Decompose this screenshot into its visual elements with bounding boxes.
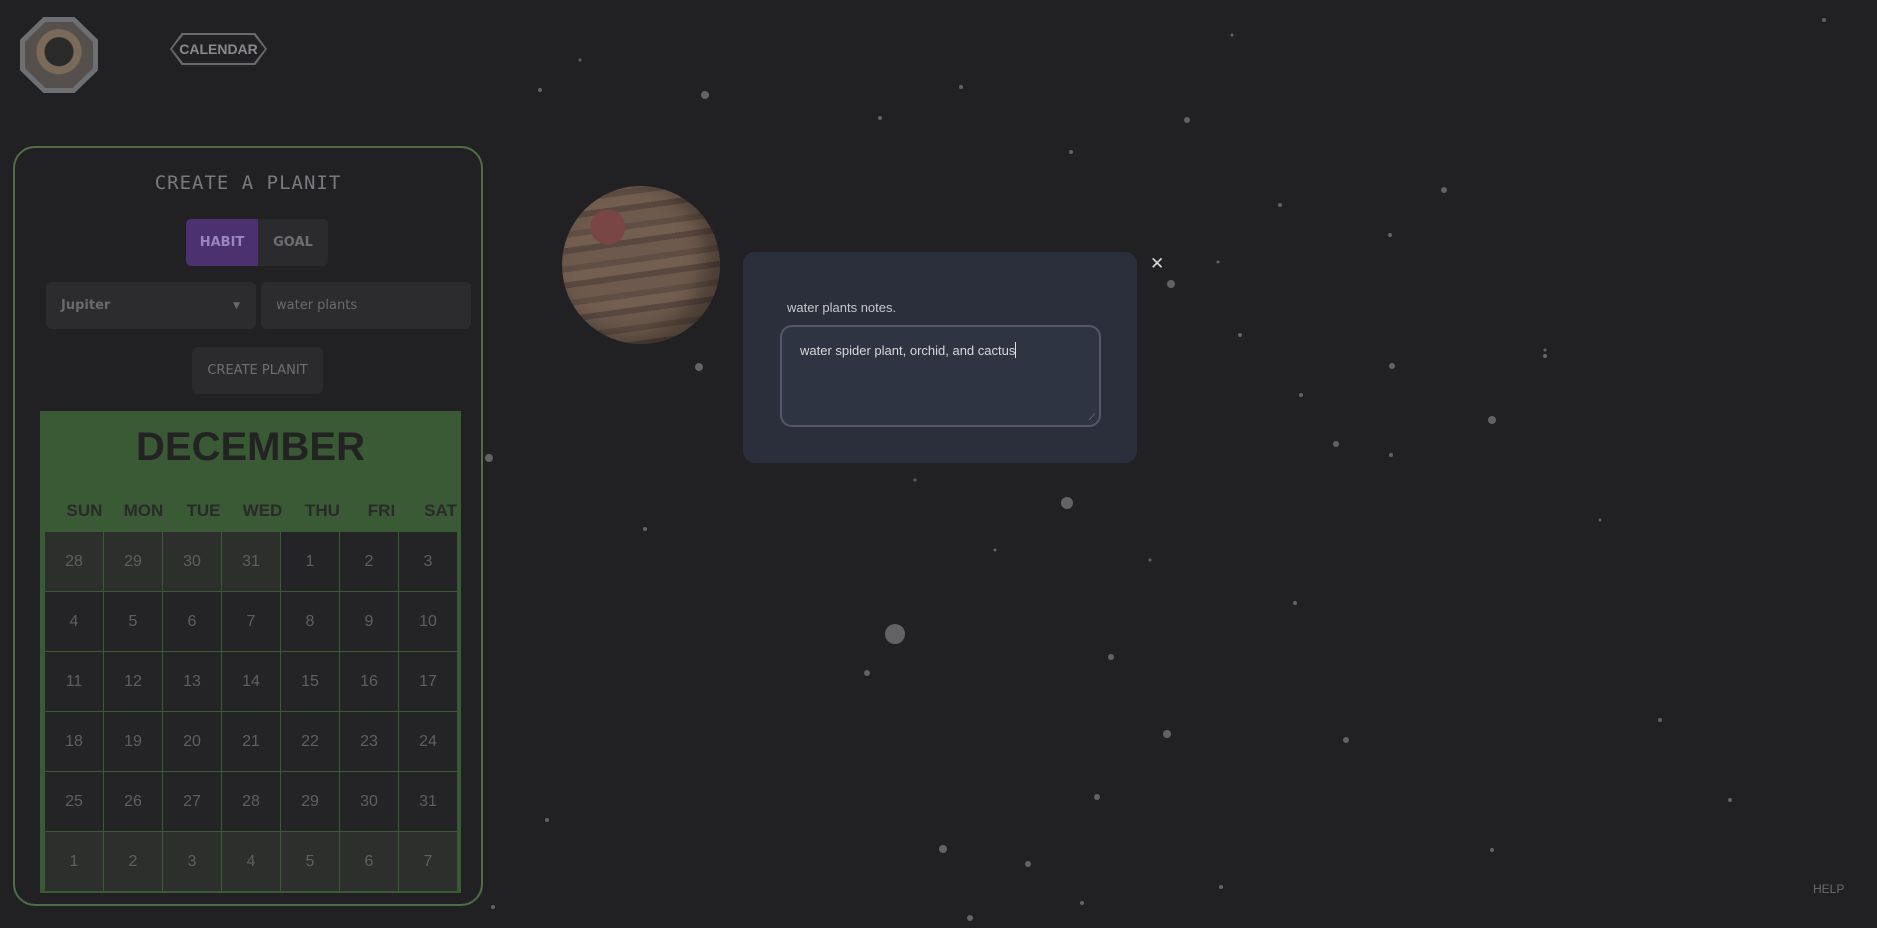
calendar-day-cell[interactable]: 13 — [163, 652, 221, 711]
calendar-day-cell[interactable]: 28 — [222, 772, 280, 831]
calendar-day-cell[interactable]: 29 — [104, 532, 162, 591]
calendar-day-cell[interactable]: 15 — [281, 652, 339, 711]
calendar-day-cell[interactable]: 3 — [399, 532, 457, 591]
calendar-day-cell[interactable]: 4 — [45, 592, 103, 651]
planet-select[interactable]: Jupiter ▼ — [46, 282, 256, 329]
text-caret — [1015, 342, 1017, 358]
calendar-day-cell[interactable]: 20 — [163, 712, 221, 771]
create-planit-button[interactable]: CREATE PLANIT — [192, 347, 323, 394]
calendar-day-cell[interactable]: 29 — [281, 772, 339, 831]
calendar-day-cell[interactable]: 9 — [340, 592, 398, 651]
calendar-day-cell[interactable]: 19 — [104, 712, 162, 771]
calendar-day-cell[interactable]: 14 — [222, 652, 280, 711]
calendar-day-cell[interactable]: 23 — [340, 712, 398, 771]
panel-title: CREATE A PLANIT — [154, 172, 342, 194]
chevron-down-icon: ▼ — [233, 301, 240, 311]
calendar-day-cell[interactable]: 7 — [399, 832, 457, 891]
calendar-day-cell[interactable]: 30 — [163, 532, 221, 591]
calendar-day-cell[interactable]: 3 — [163, 832, 221, 891]
help-link[interactable]: HELP — [1813, 882, 1844, 896]
calendar-day-cell[interactable]: 31 — [399, 772, 457, 831]
weekday-header: SUN — [66, 501, 103, 520]
resize-handle-icon[interactable]: ⟋ — [1089, 413, 1095, 422]
calendar-nav-label: CALENDAR — [172, 35, 265, 63]
close-icon[interactable]: ✕ — [1150, 254, 1164, 274]
calendar-day-cell[interactable]: 8 — [281, 592, 339, 651]
calendar-day-cell[interactable]: 22 — [281, 712, 339, 771]
calendar-day-cell[interactable]: 5 — [104, 592, 162, 651]
weekday-header: SAT — [424, 501, 457, 520]
notes-text: water spider plant, orchid, and cactus — [800, 343, 1016, 358]
notes-label: water plants notes. — [787, 300, 897, 315]
goal-toggle-button[interactable]: GOAL — [258, 219, 328, 266]
planet-select-value: Jupiter — [61, 298, 111, 313]
weekday-header: MON — [123, 501, 164, 520]
calendar-day-cell[interactable]: 30 — [340, 772, 398, 831]
calendar-day-cell[interactable]: 16 — [340, 652, 398, 711]
calendar-day-cell[interactable]: 6 — [340, 832, 398, 891]
calendar-day-cell[interactable]: 18 — [45, 712, 103, 771]
calendar-day-cell[interactable]: 31 — [222, 532, 280, 591]
month-calendar: DECEMBER SUN MON TUE WED THU FRI SAT 28 2… — [40, 411, 461, 893]
calendar-day-cell[interactable]: 5 — [281, 832, 339, 891]
weekday-header: THU — [305, 501, 340, 520]
calendar-day-cell[interactable]: 26 — [104, 772, 162, 831]
calendar-day-cell[interactable]: 27 — [163, 772, 221, 831]
weekday-header: TUE — [186, 501, 221, 520]
planit-name-input[interactable]: water plants — [261, 282, 471, 329]
calendar-day-cell[interactable]: 6 — [163, 592, 221, 651]
jupiter-planet[interactable] — [562, 186, 720, 344]
calendar-month-title: DECEMBER — [136, 425, 365, 469]
habit-toggle-button[interactable]: HABIT — [186, 219, 258, 266]
notes-modal: water plants notes. water spider plant, … — [743, 252, 1137, 463]
calendar-day-cell[interactable]: 1 — [45, 832, 103, 891]
calendar-day-cell[interactable]: 1 — [281, 532, 339, 591]
calendar-day-cell[interactable]: 17 — [399, 652, 457, 711]
calendar-day-cell[interactable]: 11 — [45, 652, 103, 711]
calendar-day-grid: 28 29 30 31 1 2 3 4 5 6 7 8 9 10 11 12 13 14 15 16 17 18 19 20 2… — [45, 532, 458, 892]
calendar-day-cell[interactable]: 4 — [222, 832, 280, 891]
calendar-day-cell[interactable]: 2 — [340, 532, 398, 591]
calendar-day-cell[interactable]: 25 — [45, 772, 103, 831]
weekday-header: FRI — [367, 501, 396, 520]
create-planit-panel: CREATE A PLANIT HABIT GOAL Jupiter ▼ wat… — [13, 146, 483, 906]
notes-textarea[interactable]: water spider plant, orchid, and cactus ⟋ — [780, 325, 1101, 427]
calendar-day-cell[interactable]: 12 — [104, 652, 162, 711]
calendar-day-cell[interactable]: 28 — [45, 532, 103, 591]
calendar-nav-button[interactable]: CALENDAR — [170, 33, 267, 65]
astronaut-icon — [25, 22, 93, 88]
calendar-day-cell[interactable]: 2 — [104, 832, 162, 891]
weekday-header: WED — [242, 501, 283, 520]
calendar-day-cell[interactable]: 10 — [399, 592, 457, 651]
calendar-day-cell[interactable]: 24 — [399, 712, 457, 771]
calendar-day-cell[interactable]: 21 — [222, 712, 280, 771]
calendar-day-cell[interactable]: 7 — [222, 592, 280, 651]
